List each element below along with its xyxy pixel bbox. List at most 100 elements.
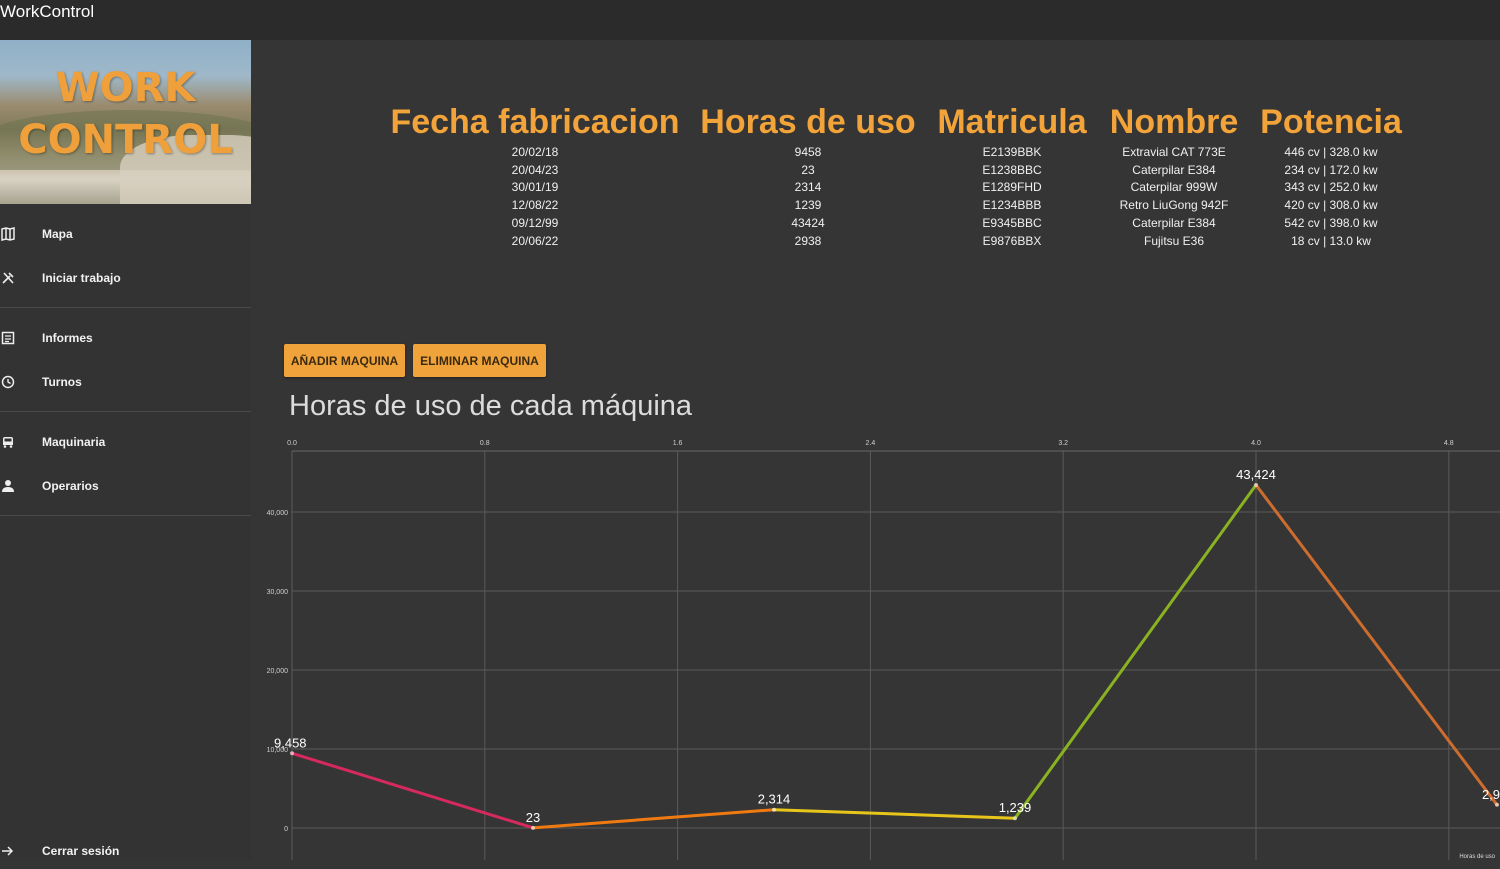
x-tick-label: 1.6 [673, 440, 683, 447]
truck-icon [0, 434, 16, 450]
table-cell: Extravial CAT 773E [1122, 145, 1226, 159]
table-cell: 43424 [791, 215, 825, 230]
report-icon [0, 330, 16, 346]
table-cell: Retro LiuGong 942F [1119, 198, 1229, 213]
column-nombre: Nombre Extravial CAT 773E Caterpilar E38… [1108, 100, 1240, 250]
table-cell: 20/06/22 [511, 233, 559, 248]
sidebar-item-turnos[interactable]: Turnos [0, 364, 251, 400]
column-header: Horas de uso [700, 103, 916, 141]
table-cell: 542 cv | 398.0 kw [1284, 215, 1378, 230]
y-tick-label: 40,000 [267, 510, 289, 517]
data-point [1013, 816, 1017, 821]
table-cell: E1238BBC [982, 162, 1042, 177]
sidebar-item-maquinaria[interactable]: Maquinaria [0, 424, 251, 460]
column-header: Fecha fabricacion [390, 103, 680, 141]
table-cell: 23 [801, 162, 815, 177]
usage-line-chart: 0.0 0.8 1.6 2.4 3.2 4.0 4.8010,00020,00030,000… [267, 440, 1500, 860]
table-cell: 20/02/18 [511, 145, 559, 159]
y-tick-label: 0 [284, 826, 288, 833]
sidebar-item-label: Iniciar trabajo [42, 271, 121, 285]
table-cell: E1289FHD [982, 180, 1042, 195]
x-tick-label: 4.8 [1444, 440, 1454, 447]
column-header: Matricula [937, 103, 1087, 141]
sidebar-divider [0, 411, 251, 412]
column-horas: Horas de uso 9458 23 2314 1239 43424 293… [698, 100, 918, 250]
sidebar-item-label: Maquinaria [42, 435, 106, 449]
data-label: 43,424 [1236, 467, 1276, 482]
data-point [531, 825, 535, 830]
series-line-segment [1013, 483, 1258, 820]
title-bar: WorkControl [0, 0, 1500, 40]
sidebar-item-operarios[interactable]: Operarios [0, 468, 251, 504]
series-line-segment [772, 808, 1017, 820]
x-tick-label: 0.0 [287, 440, 297, 447]
data-label: 2,9 [1482, 787, 1500, 802]
column-header: Potencia [1260, 103, 1402, 141]
series-line-segment [290, 751, 535, 830]
sidebar-item-label: Turnos [42, 375, 82, 389]
x-axis-label: Horas de uso [1459, 854, 1495, 860]
table-cell: 2938 [794, 233, 822, 248]
sidebar-item-informes[interactable]: Informes [0, 320, 251, 356]
table-cell: Caterpilar E384 [1132, 215, 1216, 230]
column-matricula: Matricula E2139BBK E1238BBC E1289FHD E12… [932, 100, 1092, 250]
data-point [290, 751, 294, 756]
table-cell: Fujitsu E36 [1143, 233, 1205, 248]
data-label: 23 [526, 810, 540, 825]
sidebar-item-label: Cerrar sesión [42, 844, 120, 858]
y-tick-label: 30,000 [267, 589, 289, 596]
table-cell: 12/08/22 [511, 198, 559, 213]
sidebar: WORK CONTROL Mapa Iniciar trabajo Inform… [0, 40, 251, 860]
data-point [1254, 482, 1258, 487]
sidebar-item-iniciar-trabajo[interactable]: Iniciar trabajo [0, 260, 251, 296]
sidebar-item-label: Operarios [42, 479, 99, 493]
y-tick-label: 20,000 [267, 668, 289, 675]
logo: WORK CONTROL [0, 40, 251, 204]
map-icon [0, 226, 16, 242]
tools-icon [0, 270, 16, 286]
table-cell: Caterpilar E384 [1132, 162, 1216, 177]
sidebar-item-label: Informes [42, 331, 93, 345]
column-fecha: Fecha fabricacion 20/02/18 20/04/23 30/0… [380, 100, 690, 250]
app-title: WorkControl [0, 2, 95, 21]
sidebar-item-cerrar-sesion[interactable]: Cerrar sesión [0, 833, 251, 869]
data-label: 1,239 [999, 800, 1032, 815]
table-cell: 234 cv | 172.0 kw [1284, 162, 1378, 177]
x-tick-label: 3.2 [1058, 440, 1068, 447]
table-cell: E2139BBK [982, 145, 1042, 159]
remove-machine-button[interactable]: ELIMINAR MAQUINA [413, 344, 546, 377]
logout-icon [0, 843, 16, 859]
data-label: 2,314 [758, 792, 791, 807]
person-icon [0, 478, 16, 494]
add-machine-button[interactable]: AÑADIR MAQUINA [284, 344, 405, 377]
sidebar-divider [0, 515, 251, 516]
data-label: 9,458 [274, 735, 307, 750]
data-point [772, 807, 776, 812]
data-point [1495, 802, 1499, 807]
table-cell: E9345BBC [982, 215, 1042, 230]
table-cell: E9876BBX [982, 233, 1042, 248]
column-potencia: Potencia 446 cv | 328.0 kw 234 cv | 172.… [1254, 100, 1408, 250]
table-cell: 446 cv | 328.0 kw [1284, 145, 1378, 159]
logo-text: WORK CONTROL [18, 65, 233, 163]
chart-title: Horas de uso de cada máquina [289, 390, 693, 422]
sidebar-item-label: Mapa [42, 227, 73, 241]
column-header: Nombre [1109, 103, 1239, 141]
table-cell: 9458 [794, 145, 822, 159]
table-cell: 18 cv | 13.0 kw [1291, 233, 1371, 248]
table-cell: 09/12/99 [511, 215, 559, 230]
table-cell: 30/01/19 [511, 180, 559, 195]
table-cell: 420 cv | 308.0 kw [1284, 198, 1378, 213]
sidebar-item-mapa[interactable]: Mapa [0, 216, 251, 252]
series-line-segment [1254, 483, 1499, 807]
table-cell: Caterpilar 999W [1130, 180, 1218, 195]
x-tick-label: 2.4 [866, 440, 876, 447]
series-line-segment [531, 808, 776, 830]
sidebar-divider [0, 307, 251, 308]
table-cell: 343 cv | 252.0 kw [1284, 180, 1378, 195]
table-cell: E1234BBB [982, 198, 1042, 213]
x-tick-label: 4.0 [1251, 440, 1261, 447]
table-cell: 2314 [794, 180, 822, 195]
x-tick-label: 0.8 [480, 440, 490, 447]
table-cell: 20/04/23 [511, 162, 559, 177]
